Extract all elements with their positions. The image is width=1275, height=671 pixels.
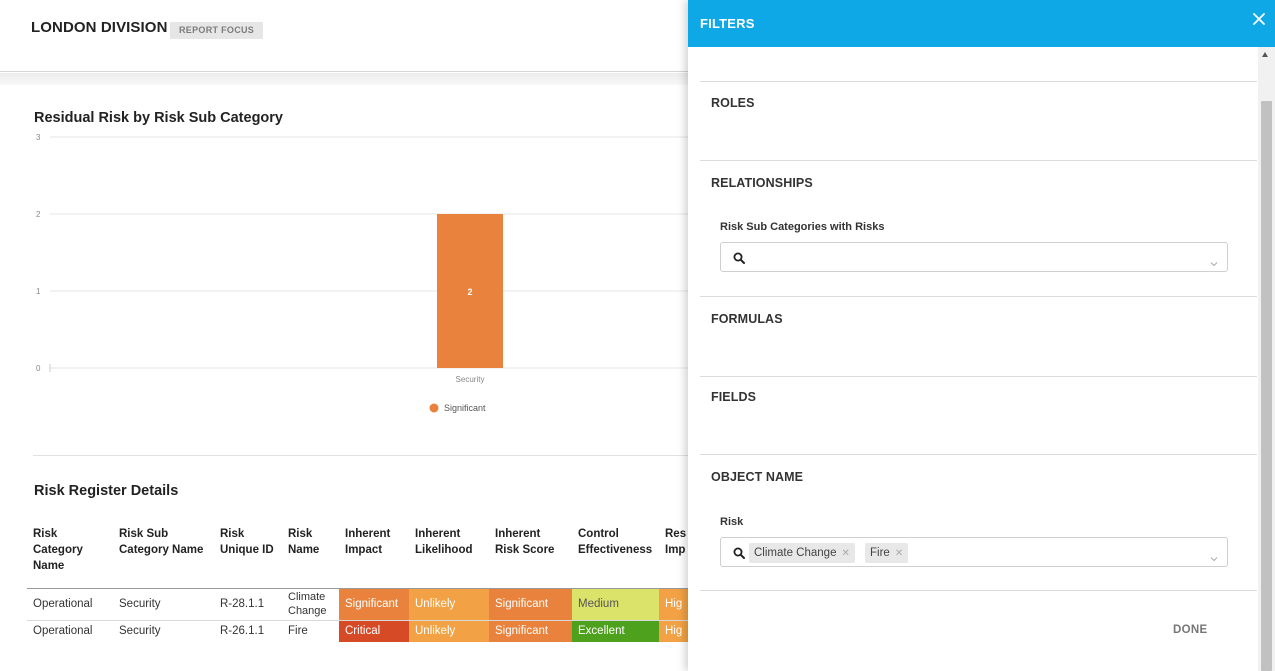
- cell-category: Operational: [27, 587, 113, 620]
- col-header-risk-name[interactable]: Risk Name: [282, 522, 339, 588]
- section-formulas[interactable]: FORMULAS: [711, 312, 783, 326]
- x-tick-label: Security: [456, 375, 485, 384]
- risk-chip-fire[interactable]: Fire ✕: [865, 543, 909, 563]
- filters-panel: FILTERS ROLES RELATIONSHIPS Risk Sub Cat…: [688, 0, 1275, 671]
- section-relationships[interactable]: RELATIONSHIPS: [711, 176, 813, 190]
- cell-risk-name: Fire: [282, 619, 339, 642]
- section-divider: [700, 590, 1257, 591]
- cell-control-effectiveness: Medium: [572, 587, 659, 620]
- cell-inherent-risk-score: Significant: [489, 619, 572, 642]
- section-object-name[interactable]: OBJECT NAME: [711, 470, 803, 484]
- chip-remove-icon[interactable]: ✕: [841, 548, 849, 559]
- col-header-control-effectiveness[interactable]: Control Effectiveness: [572, 522, 659, 588]
- filters-title: FILTERS: [700, 16, 755, 31]
- bar-data-label: 2: [467, 287, 472, 297]
- col-header-risk-unique-id[interactable]: Risk Unique ID: [214, 522, 282, 588]
- y-tick-label: 3: [36, 133, 41, 142]
- scroll-up-arrow-icon[interactable]: [1262, 52, 1268, 57]
- chip-remove-icon[interactable]: ✕: [895, 548, 903, 559]
- report-title: LONDON DIVISION: [31, 19, 168, 36]
- risk-register-table: Risk Category Name Risk Sub Category Name R…: [27, 522, 699, 642]
- chevron-down-icon[interactable]: [1210, 549, 1218, 567]
- table-row[interactable]: Operational Security R-28.1.1 Climate Cha…: [27, 587, 699, 620]
- residual-risk-chart: 0 1 2 3 2 Security Significant: [36, 133, 690, 413]
- cell-inherent-likelihood: Unlikely: [409, 587, 489, 620]
- filters-header: FILTERS: [688, 0, 1275, 47]
- col-header-risk-sub-category-name[interactable]: Risk Sub Category Name: [113, 522, 214, 588]
- cell-inherent-impact: Significant: [339, 587, 409, 620]
- y-tick-label: 2: [36, 210, 41, 219]
- section-roles[interactable]: ROLES: [711, 96, 755, 110]
- cell-risk-name: Climate Change: [282, 587, 339, 620]
- section-divider: [33, 455, 693, 456]
- section-divider: [700, 454, 1257, 455]
- table-row[interactable]: Operational Security R-26.1.1 Fire Criti…: [27, 619, 699, 642]
- cell-control-effectiveness: Excellent: [572, 619, 659, 642]
- risk-chip-climate-change[interactable]: Climate Change ✕: [749, 543, 855, 563]
- section-divider: [700, 81, 1257, 82]
- search-icon: [733, 251, 745, 269]
- relationships-field-label: Risk Sub Categories with Risks: [720, 221, 885, 233]
- col-header-inherent-likelihood[interactable]: Inherent Likelihood: [409, 522, 489, 588]
- table-title: Risk Register Details: [34, 483, 179, 499]
- chevron-down-icon[interactable]: [1210, 254, 1218, 272]
- cell-sub-category: Security: [113, 619, 214, 642]
- done-button[interactable]: DONE: [1173, 624, 1207, 636]
- close-icon[interactable]: [1252, 11, 1266, 29]
- section-divider: [700, 376, 1257, 377]
- cell-inherent-likelihood: Unlikely: [409, 619, 489, 642]
- y-tick-label: 1: [36, 287, 41, 296]
- y-tick-label: 0: [36, 364, 41, 373]
- risk-field-label: Risk: [720, 516, 744, 528]
- relationships-select[interactable]: [720, 242, 1228, 272]
- col-header-risk-category-name[interactable]: Risk Category Name: [27, 522, 113, 588]
- section-divider: [700, 160, 1257, 161]
- search-icon: [733, 546, 745, 564]
- col-header-inherent-risk-score[interactable]: Inherent Risk Score: [489, 522, 572, 588]
- table-header-row: Risk Category Name Risk Sub Category Name R…: [27, 522, 699, 588]
- cell-unique-id: R-26.1.1: [214, 619, 282, 642]
- risk-select[interactable]: Climate Change ✕ Fire ✕: [720, 537, 1228, 567]
- cell-sub-category: Security: [113, 587, 214, 620]
- report-focus-badge[interactable]: REPORT FOCUS: [170, 22, 264, 39]
- section-fields[interactable]: FIELDS: [711, 390, 756, 404]
- scrollbar-thumb[interactable]: [1261, 101, 1272, 671]
- legend-marker: [429, 403, 439, 413]
- col-header-inherent-impact[interactable]: Inherent Impact: [339, 522, 409, 588]
- legend-label: Significant: [444, 403, 486, 413]
- cell-unique-id: R-28.1.1: [214, 587, 282, 620]
- cell-inherent-risk-score: Significant: [489, 587, 572, 620]
- section-divider: [700, 296, 1257, 297]
- cell-category: Operational: [27, 619, 113, 642]
- cell-inherent-impact: Critical: [339, 619, 409, 642]
